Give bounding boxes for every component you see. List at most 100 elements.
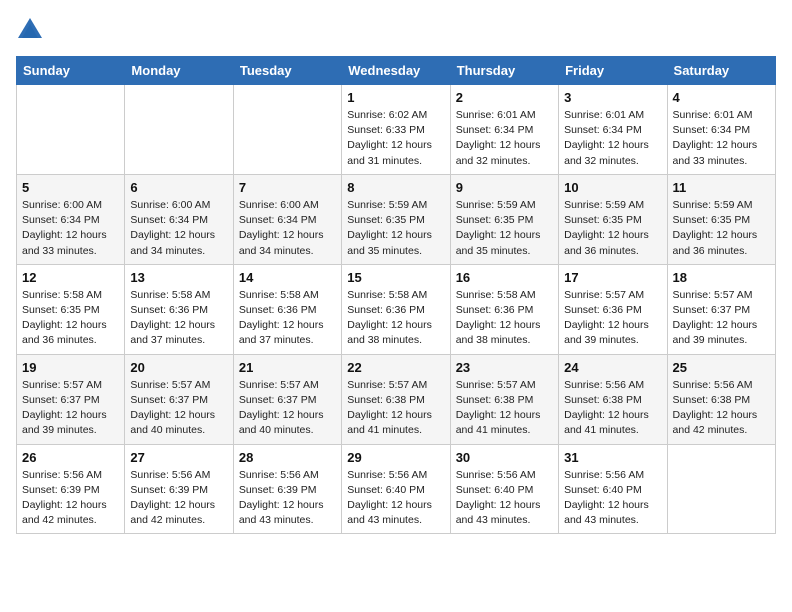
day-info: Sunrise: 5:59 AM Sunset: 6:35 PM Dayligh… [347,198,444,259]
day-info: Sunrise: 5:57 AM Sunset: 6:38 PM Dayligh… [456,378,553,439]
logo [16,16,48,44]
day-info: Sunrise: 5:56 AM Sunset: 6:39 PM Dayligh… [239,468,336,529]
day-info: Sunrise: 5:57 AM Sunset: 6:38 PM Dayligh… [347,378,444,439]
calendar-cell: 26 Sunrise: 5:56 AM Sunset: 6:39 PM Dayli… [17,444,125,534]
day-number: 17 [564,270,661,285]
day-number: 24 [564,360,661,375]
day-of-week-header: Wednesday [342,57,450,85]
day-number: 18 [673,270,770,285]
calendar-cell: 31 Sunrise: 5:56 AM Sunset: 6:40 PM Dayli… [559,444,667,534]
calendar-cell [233,85,341,175]
day-number: 22 [347,360,444,375]
day-info: Sunrise: 5:56 AM Sunset: 6:40 PM Dayligh… [564,468,661,529]
day-of-week-header: Monday [125,57,233,85]
calendar-cell: 19 Sunrise: 5:57 AM Sunset: 6:37 PM Dayli… [17,354,125,444]
day-info: Sunrise: 5:58 AM Sunset: 6:35 PM Dayligh… [22,288,119,349]
day-number: 1 [347,90,444,105]
calendar-cell: 30 Sunrise: 5:56 AM Sunset: 6:40 PM Dayli… [450,444,558,534]
calendar-cell: 23 Sunrise: 5:57 AM Sunset: 6:38 PM Dayli… [450,354,558,444]
day-info: Sunrise: 5:58 AM Sunset: 6:36 PM Dayligh… [347,288,444,349]
calendar-cell: 13 Sunrise: 5:58 AM Sunset: 6:36 PM Dayli… [125,264,233,354]
day-info: Sunrise: 5:59 AM Sunset: 6:35 PM Dayligh… [673,198,770,259]
day-number: 2 [456,90,553,105]
day-number: 7 [239,180,336,195]
calendar-cell: 15 Sunrise: 5:58 AM Sunset: 6:36 PM Dayli… [342,264,450,354]
day-number: 20 [130,360,227,375]
day-info: Sunrise: 6:01 AM Sunset: 6:34 PM Dayligh… [564,108,661,169]
day-number: 3 [564,90,661,105]
calendar-table: SundayMondayTuesdayWednesdayThursdayFrid… [16,56,776,534]
calendar-header-row: SundayMondayTuesdayWednesdayThursdayFrid… [17,57,776,85]
calendar-cell: 20 Sunrise: 5:57 AM Sunset: 6:37 PM Dayli… [125,354,233,444]
day-of-week-header: Tuesday [233,57,341,85]
calendar-cell: 1 Sunrise: 6:02 AM Sunset: 6:33 PM Daylig… [342,85,450,175]
day-number: 23 [456,360,553,375]
calendar-cell: 22 Sunrise: 5:57 AM Sunset: 6:38 PM Dayli… [342,354,450,444]
calendar-cell: 10 Sunrise: 5:59 AM Sunset: 6:35 PM Dayli… [559,174,667,264]
calendar-week-row: 19 Sunrise: 5:57 AM Sunset: 6:37 PM Dayli… [17,354,776,444]
logo-icon [16,16,44,44]
calendar-cell: 16 Sunrise: 5:58 AM Sunset: 6:36 PM Dayli… [450,264,558,354]
day-info: Sunrise: 5:56 AM Sunset: 6:39 PM Dayligh… [130,468,227,529]
calendar-week-row: 1 Sunrise: 6:02 AM Sunset: 6:33 PM Daylig… [17,85,776,175]
calendar-cell [17,85,125,175]
day-number: 26 [22,450,119,465]
day-number: 10 [564,180,661,195]
calendar-cell: 3 Sunrise: 6:01 AM Sunset: 6:34 PM Daylig… [559,85,667,175]
calendar-cell: 6Sunrise: 6:00 AM Sunset: 6:34 PM Daylig… [125,174,233,264]
day-of-week-header: Sunday [17,57,125,85]
calendar-cell: 12 Sunrise: 5:58 AM Sunset: 6:35 PM Dayli… [17,264,125,354]
calendar-cell: 5 Sunrise: 6:00 AM Sunset: 6:34 PM Daylig… [17,174,125,264]
day-info: Sunrise: 6:00 AM Sunset: 6:34 PM Dayligh… [22,198,119,259]
calendar-cell [125,85,233,175]
calendar-cell: 8Sunrise: 5:59 AM Sunset: 6:35 PM Daylig… [342,174,450,264]
day-info: Sunrise: 5:56 AM Sunset: 6:40 PM Dayligh… [347,468,444,529]
day-number: 29 [347,450,444,465]
day-number: 5 [22,180,119,195]
day-info: Sunrise: 5:57 AM Sunset: 6:36 PM Dayligh… [564,288,661,349]
day-number: 25 [673,360,770,375]
day-info: Sunrise: 6:00 AM Sunset: 6:34 PM Dayligh… [239,198,336,259]
day-info: Sunrise: 6:01 AM Sunset: 6:34 PM Dayligh… [456,108,553,169]
calendar-week-row: 12 Sunrise: 5:58 AM Sunset: 6:35 PM Dayli… [17,264,776,354]
page-header [16,16,776,44]
day-info: Sunrise: 5:58 AM Sunset: 6:36 PM Dayligh… [130,288,227,349]
day-info: Sunrise: 6:02 AM Sunset: 6:33 PM Dayligh… [347,108,444,169]
day-info: Sunrise: 5:58 AM Sunset: 6:36 PM Dayligh… [456,288,553,349]
calendar-cell: 25 Sunrise: 5:56 AM Sunset: 6:38 PM Dayli… [667,354,775,444]
day-number: 11 [673,180,770,195]
day-number: 27 [130,450,227,465]
calendar-cell: 4 Sunrise: 6:01 AM Sunset: 6:34 PM Daylig… [667,85,775,175]
calendar-cell: 28 Sunrise: 5:56 AM Sunset: 6:39 PM Dayli… [233,444,341,534]
day-info: Sunrise: 5:59 AM Sunset: 6:35 PM Dayligh… [564,198,661,259]
calendar-cell: 7 Sunrise: 6:00 AM Sunset: 6:34 PM Daylig… [233,174,341,264]
calendar-cell: 9Sunrise: 5:59 AM Sunset: 6:35 PM Daylig… [450,174,558,264]
day-number: 30 [456,450,553,465]
day-of-week-header: Thursday [450,57,558,85]
day-number: 28 [239,450,336,465]
day-number: 21 [239,360,336,375]
day-number: 16 [456,270,553,285]
day-info: Sunrise: 6:01 AM Sunset: 6:34 PM Dayligh… [673,108,770,169]
calendar-cell: 27 Sunrise: 5:56 AM Sunset: 6:39 PM Dayli… [125,444,233,534]
day-number: 13 [130,270,227,285]
day-number: 6 [130,180,227,195]
calendar-week-row: 5 Sunrise: 6:00 AM Sunset: 6:34 PM Daylig… [17,174,776,264]
day-info: Sunrise: 5:58 AM Sunset: 6:36 PM Dayligh… [239,288,336,349]
day-number: 12 [22,270,119,285]
day-info: Sunrise: 5:56 AM Sunset: 6:38 PM Dayligh… [673,378,770,439]
day-info: Sunrise: 5:56 AM Sunset: 6:39 PM Dayligh… [22,468,119,529]
calendar-cell: 11 Sunrise: 5:59 AM Sunset: 6:35 PM Dayli… [667,174,775,264]
day-number: 4 [673,90,770,105]
day-number: 15 [347,270,444,285]
calendar-cell: 18 Sunrise: 5:57 AM Sunset: 6:37 PM Dayli… [667,264,775,354]
calendar-week-row: 26 Sunrise: 5:56 AM Sunset: 6:39 PM Dayli… [17,444,776,534]
day-number: 31 [564,450,661,465]
day-number: 19 [22,360,119,375]
day-info: Sunrise: 5:57 AM Sunset: 6:37 PM Dayligh… [22,378,119,439]
day-info: Sunrise: 5:57 AM Sunset: 6:37 PM Dayligh… [130,378,227,439]
calendar-cell: 21Sunrise: 5:57 AM Sunset: 6:37 PM Dayli… [233,354,341,444]
day-info: Sunrise: 5:57 AM Sunset: 6:37 PM Dayligh… [673,288,770,349]
day-info: Sunrise: 5:59 AM Sunset: 6:35 PM Dayligh… [456,198,553,259]
day-info: Sunrise: 5:56 AM Sunset: 6:40 PM Dayligh… [456,468,553,529]
